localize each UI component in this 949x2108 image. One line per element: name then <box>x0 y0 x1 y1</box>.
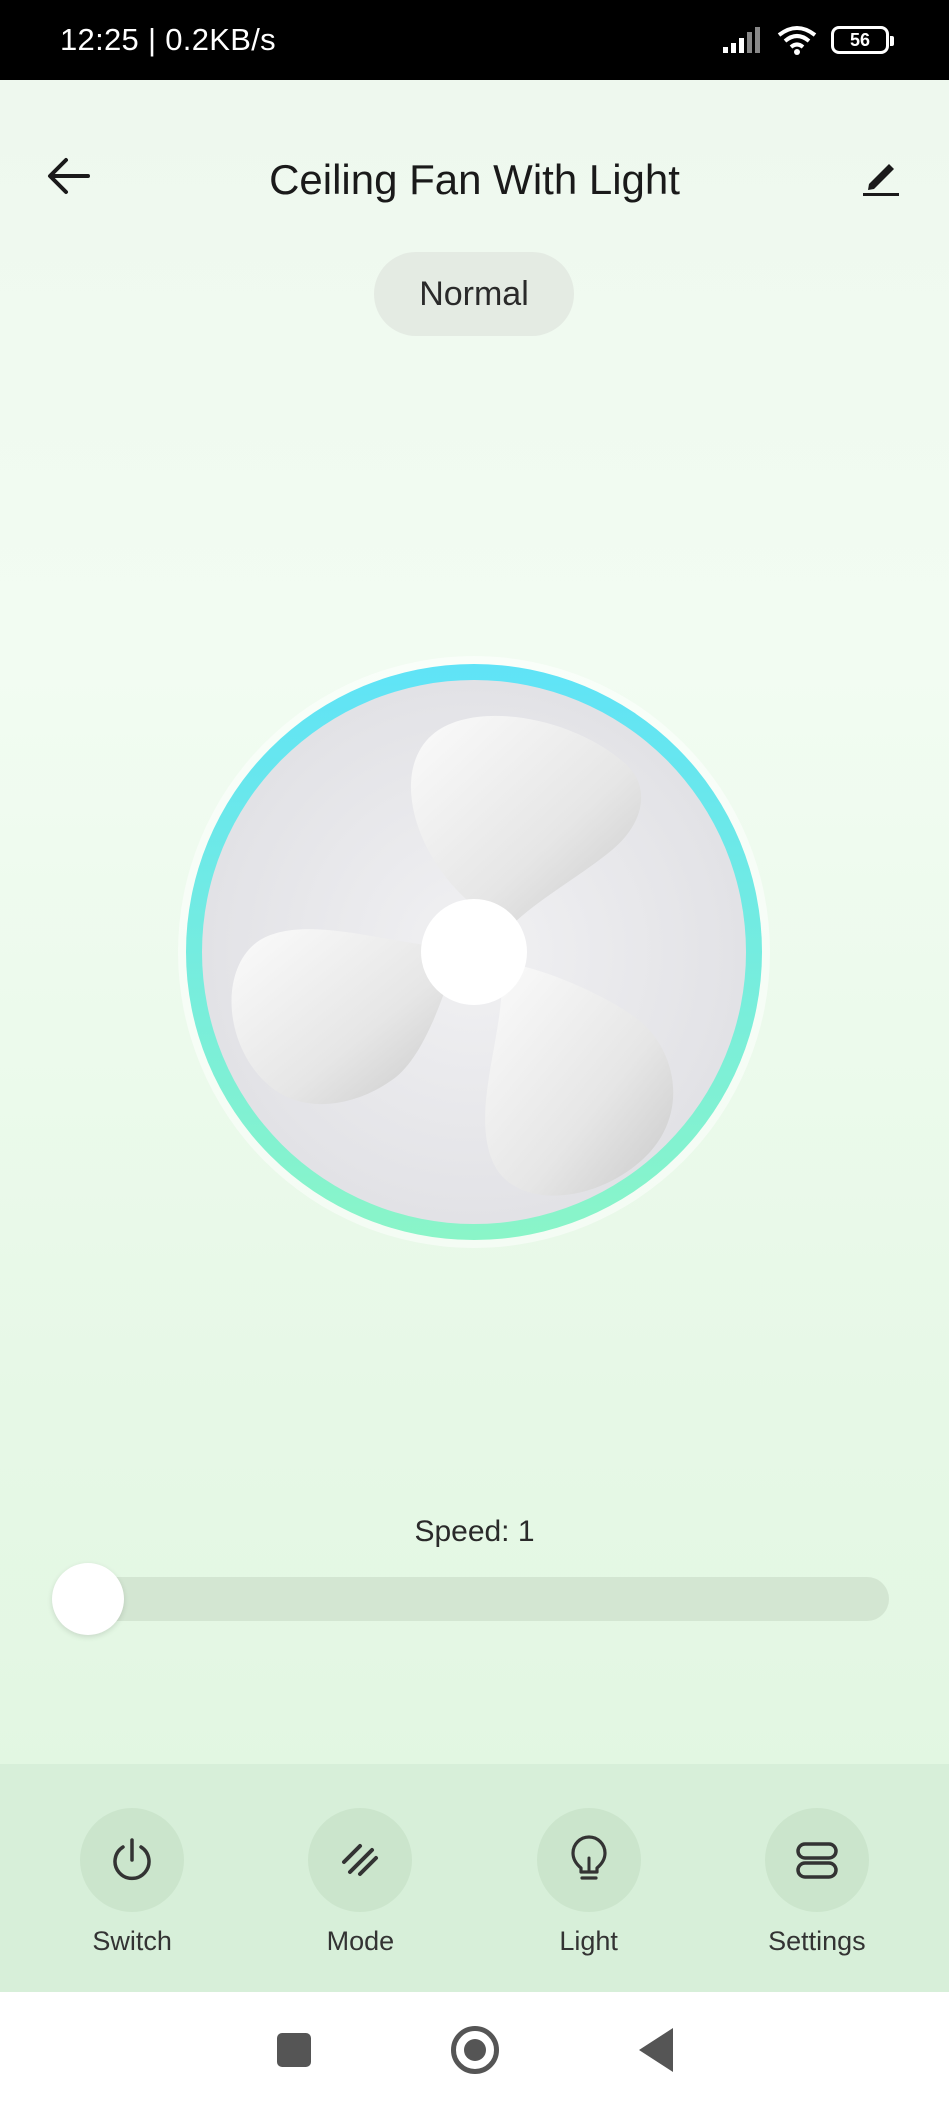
edit-button[interactable] <box>855 150 907 202</box>
status-icons: 56 <box>721 25 894 55</box>
page-title: Ceiling Fan With Light <box>269 156 680 203</box>
settings-button[interactable]: Settings <box>717 1808 917 1957</box>
power-icon <box>113 1838 151 1881</box>
settings-label: Settings <box>768 1926 866 1956</box>
switch-label: Switch <box>92 1926 172 1956</box>
system-back-button[interactable] <box>638 2028 673 2072</box>
header: Ceiling Fan With Light <box>0 120 949 230</box>
status-bar: 12:25 | 0.2KB/s 56 <box>0 0 949 80</box>
settings-icon <box>796 1842 838 1879</box>
light-button[interactable]: Light <box>489 1808 689 1957</box>
battery-icon: 56 <box>831 26 894 54</box>
speed-slider-thumb[interactable] <box>52 1563 124 1635</box>
pencil-icon <box>863 164 899 196</box>
mode-button[interactable]: Mode <box>260 1808 460 1957</box>
mode-slashes-icon <box>342 1844 379 1876</box>
status-time-speed: 12:25 | 0.2KB/s <box>60 22 276 57</box>
mode-label: Normal <box>419 274 529 313</box>
bottom-action-bar: Switch Mode Light Settings <box>0 1764 949 1992</box>
fan-hub <box>421 899 527 1005</box>
switch-button[interactable]: Switch <box>32 1808 232 1957</box>
speed-label: Speed: 1 <box>414 1515 535 1548</box>
fan-visual <box>172 650 776 1254</box>
fan-graphic <box>178 656 770 1248</box>
wifi-icon <box>777 26 817 55</box>
speed-slider[interactable] <box>52 1563 889 1635</box>
signal-icon <box>723 27 760 53</box>
light-label: Light <box>559 1926 618 1956</box>
lightbulb-icon <box>571 1835 607 1880</box>
battery-level: 56 <box>849 29 871 50</box>
system-nav-bar <box>0 1992 949 2108</box>
app-screen: Ceiling Fan With Light Normal Speed: 1 S… <box>0 80 949 1992</box>
mode-tab-label: Mode <box>326 1926 395 1956</box>
mode-indicator[interactable]: Normal <box>374 252 574 336</box>
recents-button[interactable] <box>276 2033 311 2067</box>
home-button[interactable] <box>450 2026 499 2074</box>
